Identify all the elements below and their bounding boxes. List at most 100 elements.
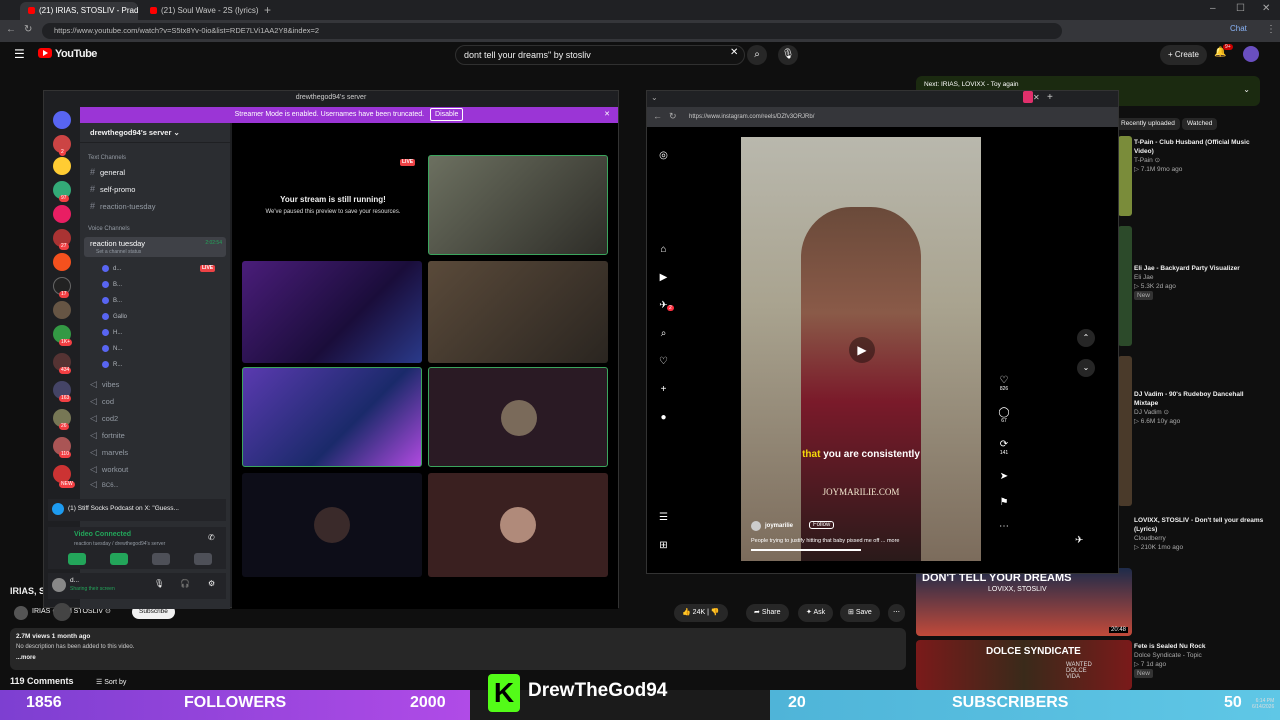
maximize-button[interactable]: ☐	[1236, 3, 1245, 14]
activity-panel[interactable]: (1) Stiff Socks Podcast on X: "Guess...	[48, 499, 226, 521]
text-channels-category[interactable]: Text Channels	[88, 155, 126, 161]
play-icon[interactable]: ▶	[849, 337, 875, 363]
create-icon[interactable]: +	[657, 383, 670, 396]
disconnect-icon[interactable]: ✆	[208, 533, 215, 542]
messages-icon[interactable]: ✈	[1075, 535, 1083, 546]
new-tab-button[interactable]: +	[1047, 92, 1053, 103]
show-more-link[interactable]: ...more	[16, 655, 36, 661]
like-button[interactable]: 👍 24K | 👎	[674, 604, 728, 622]
reels-icon[interactable]: ▶	[657, 271, 670, 284]
reel-video[interactable]: ▶ that you are consistently JOYMARILIE.C…	[741, 137, 981, 561]
voice-channels-category[interactable]: Voice Channels	[88, 226, 130, 232]
voice-user[interactable]: B...	[102, 281, 122, 288]
heart-icon[interactable]: ♡	[657, 355, 670, 368]
menu-kebab-icon[interactable]: ⋮	[1266, 24, 1276, 35]
reel-username[interactable]: joymarilie	[765, 523, 793, 529]
voice-search-icon[interactable]: 🎙	[778, 45, 798, 65]
video-thumbnail[interactable]	[1118, 226, 1132, 346]
mic-icon[interactable]: 🎙	[154, 579, 164, 588]
instagram-tab[interactable]	[1023, 91, 1033, 103]
rec-item[interactable]: DJ Vadim - 90's Rudeboy Dancehall Mixtap…	[1134, 390, 1269, 426]
video-thumbnail[interactable]: DON'T TELL YOUR DREAMS LOVIXX, STOSLIV 2…	[916, 568, 1132, 636]
reload-icon[interactable]: ↻	[24, 24, 32, 35]
voice-channel[interactable]: ◁ marvels	[90, 447, 128, 458]
voice-channel[interactable]: ◁ fortnite	[90, 430, 125, 441]
sort-by-button[interactable]: ☰ Sort by	[96, 678, 126, 686]
chat-extension-button[interactable]: Chat	[1230, 24, 1247, 33]
video-tile[interactable]	[428, 473, 608, 577]
soundboard-icon[interactable]	[194, 553, 212, 565]
server-name[interactable]: drewthegod94's server ⌄	[80, 123, 230, 143]
gear-icon[interactable]: ⚙	[208, 579, 215, 588]
previous-reel-button[interactable]: ⌃	[1077, 329, 1095, 347]
disable-streamer-mode-button[interactable]: Disable	[430, 108, 464, 121]
avatar[interactable]	[1243, 46, 1259, 62]
video-thumbnail[interactable]	[1118, 356, 1132, 506]
profile-icon[interactable]: ●	[657, 411, 670, 424]
hamburger-menu-icon[interactable]: ☰	[14, 47, 25, 61]
channel-general[interactable]: # general	[90, 167, 125, 177]
reel-description-more[interactable]: more	[887, 538, 900, 544]
new-tab-button[interactable]: +	[264, 3, 271, 17]
voice-channel-reaction-tuesday[interactable]: reaction tuesday 2:02:54 Set a channel s…	[84, 237, 226, 257]
voice-channel[interactable]: ◁ workout	[90, 464, 128, 475]
filter-watched[interactable]: Watched	[1182, 118, 1218, 130]
voice-channel[interactable]: ◁ cod2	[90, 413, 118, 424]
video-tile[interactable]	[242, 473, 422, 577]
server-icon[interactable]	[53, 205, 71, 223]
voice-user[interactable]: N...	[102, 345, 122, 352]
rec-item[interactable]: Fete is Sealed Nu Rock Dolce Syndicate -…	[1134, 642, 1269, 678]
address-bar[interactable]: https://www.instagram.com/reels/DZfv3ORJ…	[689, 110, 909, 124]
address-bar[interactable]: https://www.youtube.com/watch?v=S5tx8Yv-…	[42, 23, 1062, 39]
voice-user[interactable]: R...	[102, 361, 122, 368]
browser-tab[interactable]: (21) IRIAS, STOSLIV - Prada - YouT	[20, 2, 138, 20]
next-reel-button[interactable]: ⌄	[1077, 359, 1095, 377]
channel-reaction-tuesday[interactable]: # reaction-tuesday	[90, 201, 155, 211]
rec-item[interactable]: T-Pain - Club Husband (Official Music Vi…	[1134, 138, 1269, 174]
voice-user[interactable]: d...	[102, 265, 121, 272]
video-tile[interactable]	[428, 155, 608, 255]
filter-recently-uploaded[interactable]: Recently uploaded	[1116, 118, 1180, 130]
comment-button[interactable]: ◯ 67	[997, 407, 1011, 424]
avatar[interactable]	[53, 603, 71, 621]
browser-tab[interactable]: (21) Soul Wave - 2S (lyrics) - YouT	[142, 2, 260, 20]
server-icon[interactable]	[53, 157, 71, 175]
follow-button[interactable]: Follow	[809, 521, 835, 529]
instagram-logo-icon[interactable]: ◎	[657, 149, 670, 162]
avatar[interactable]	[52, 578, 66, 592]
search-button[interactable]: ⌕	[747, 45, 767, 65]
camera-icon[interactable]	[68, 553, 86, 565]
voice-channel[interactable]: ◁ cod	[90, 396, 114, 407]
search-icon[interactable]: ⌕	[657, 327, 670, 340]
voice-channel[interactable]: ◁ vibes	[90, 379, 119, 390]
close-window-button[interactable]: ✕	[1262, 3, 1270, 14]
close-tab-icon[interactable]: ✕	[1033, 93, 1040, 102]
rec-item[interactable]: Eli Jae - Backyard Party Visualizer Eli …	[1134, 264, 1269, 300]
headphones-icon[interactable]: 🎧	[180, 579, 190, 588]
save-button[interactable]: ⚑	[997, 497, 1011, 508]
repost-button[interactable]: ⟳ 141	[997, 439, 1011, 456]
discord-home-icon[interactable]	[53, 111, 71, 129]
channel-self-promo[interactable]: # self-promo	[90, 184, 135, 194]
ask-button[interactable]: ✦ Ask	[798, 604, 834, 622]
youtube-logo-icon[interactable]	[38, 48, 52, 58]
video-tile[interactable]	[242, 261, 422, 363]
description-box[interactable]: 2.7M views 1 month ago No description ha…	[10, 628, 906, 670]
share-button[interactable]: ➦ Share	[746, 604, 789, 622]
search-input[interactable]: dont tell your dreams" by stosliv	[455, 45, 745, 65]
more-apps-icon[interactable]: ⊞	[657, 539, 670, 552]
clear-search-icon[interactable]: ✕	[730, 47, 738, 58]
server-icon[interactable]	[53, 253, 71, 271]
close-banner-icon[interactable]: ✕	[604, 107, 610, 123]
server-icon[interactable]	[53, 301, 71, 319]
rec-item[interactable]: LOVIXX, STOSLIV - Don't tell your dreams…	[1134, 516, 1269, 552]
back-icon[interactable]: ←	[653, 111, 662, 121]
video-tile[interactable]	[428, 367, 608, 467]
activities-icon[interactable]	[152, 553, 170, 565]
voice-user[interactable]: B...	[102, 297, 122, 304]
tab-list-icon[interactable]: ⌄	[651, 93, 658, 102]
voice-channel[interactable]: ◁ BC6...	[90, 479, 119, 490]
more-options-icon[interactable]: ⋯	[997, 521, 1011, 532]
save-button[interactable]: ⊞ Save	[840, 604, 880, 622]
video-thumbnail[interactable]	[1118, 136, 1132, 216]
